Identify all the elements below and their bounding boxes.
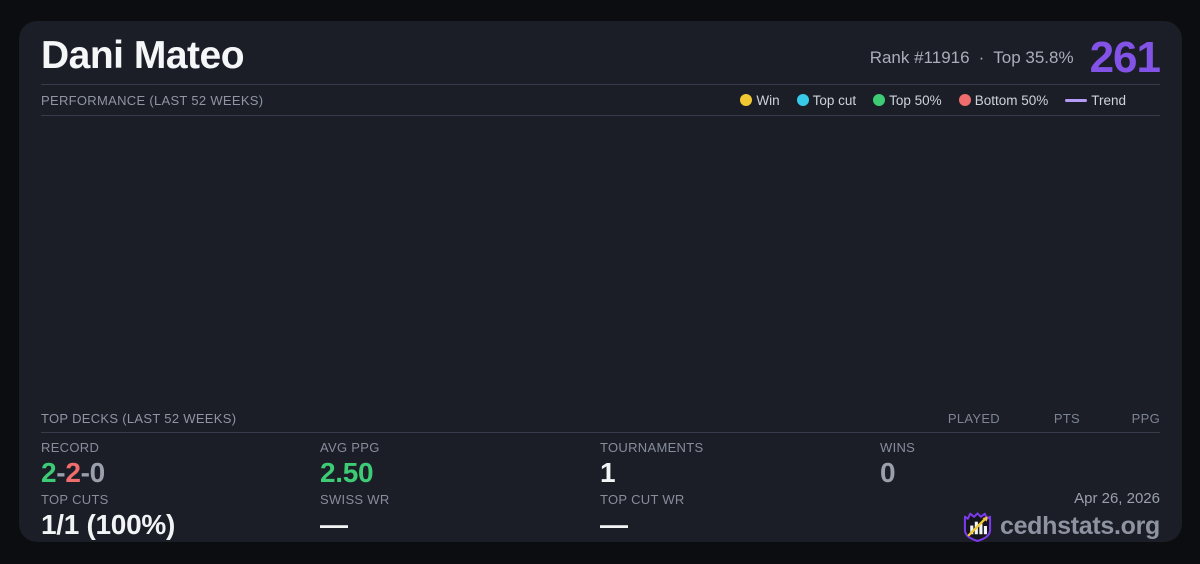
stat-label: TOP CUTS [41,492,109,507]
top-decks-title: TOP DECKS (LAST 52 WEEKS) [41,411,237,426]
legend-item-top-50: Top 50% [873,93,942,108]
wins-value: 0 [880,456,896,488]
card-header: Dani Mateo Rank #11916 · Top 35.8% 261 [41,21,1161,85]
header-right: Rank #11916 · Top 35.8% 261 [870,32,1161,82]
cedhstats-shield-logo-icon [963,511,992,542]
stat-label: SWISS WR [320,492,390,507]
legend-label: Bottom 50% [974,92,1049,108]
record-dash: - [56,456,66,488]
stat-record: RECORD 2-2-0 [41,440,301,489]
legend-item-trend: Trend [1065,93,1126,108]
top-50-dot-icon [873,94,886,106]
brand-row: cedhstats.org [963,511,1160,542]
stat-top-cut-wr: TOP CUT WR — [600,492,860,541]
stats-grid: RECORD 2-2-0 AVG PPG 2.50 TOURNAMENTS 1 … [41,433,1160,542]
legend-label: Win [756,92,780,108]
top-cuts-value: 1/1 (100%) [41,508,175,540]
player-name: Dani Mateo [41,34,245,77]
performance-header: PERFORMANCE (LAST 52 WEEKS) Win Top cut … [41,85,1160,116]
record-losses: 2 [65,456,81,488]
footer: Apr 26, 2026 cedhstats.org [963,490,1160,542]
column-header-ppg: PPG [1131,411,1160,426]
top-decks-columns: PLAYED PTS PPG [920,411,1160,426]
stat-top-cuts: TOP CUTS 1/1 (100%) [41,492,301,541]
column-header-played: PLAYED [947,411,1000,426]
legend-item-top-cut: Top cut [796,92,857,108]
top-decks-header: TOP DECKS (LAST 52 WEEKS) PLAYED PTS PPG [41,405,1160,433]
legend-item-win: Win [740,92,780,108]
rank-line: Rank #11916 · Top 35.8% [870,49,1074,75]
stat-label: WINS [880,440,916,455]
rating-value: 261 [1089,32,1161,82]
bottom-50-dot-icon [958,94,971,106]
stat-label: AVG PPG [320,440,380,455]
stat-label: TOP CUT WR [600,492,685,507]
trend-line-icon [1065,98,1088,102]
stat-avg-ppg: AVG PPG 2.50 [320,440,580,489]
brand-name: cedhstats.org [999,512,1160,540]
rank-separator-dot: · [978,48,985,67]
chart-legend: Win Top cut Top 50% Bottom 50% Trend [740,93,1126,108]
legend-label: Top cut [812,92,857,108]
record-value: 2-2-0 [41,457,301,489]
record-draws: 0 [89,456,106,488]
tournaments-value: 1 [600,456,616,488]
column-header-pts: PTS [1053,411,1080,426]
swiss-wr-value: — [320,508,348,540]
stat-tournaments: TOURNAMENTS 1 [600,440,860,489]
top-percent: Top 35.8% [993,48,1074,67]
date-generated: Apr 26, 2026 [1074,490,1160,507]
record-wins: 2 [41,456,57,488]
performance-title: PERFORMANCE (LAST 52 WEEKS) [41,92,264,108]
legend-label: Trend [1091,92,1126,108]
top-cut-dot-icon [796,94,809,106]
top-cut-wr-value: — [600,508,628,540]
legend-item-bottom-50: Bottom 50% [958,92,1049,108]
stat-wins: WINS 0 [880,440,1140,489]
stat-label: RECORD [41,440,100,455]
performance-chart-plot-area [41,116,1160,405]
record-dash: - [80,456,90,488]
stat-label: TOURNAMENTS [600,440,704,455]
legend-label: Top 50% [889,92,942,108]
avg-ppg-value: 2.50 [320,456,374,488]
stat-swiss-wr: SWISS WR — [320,492,580,541]
player-stats-card: Dani Mateo Rank #11916 · Top 35.8% 261 P… [19,21,1182,542]
win-dot-icon [740,94,753,106]
rank-label: Rank #11916 [869,48,970,67]
